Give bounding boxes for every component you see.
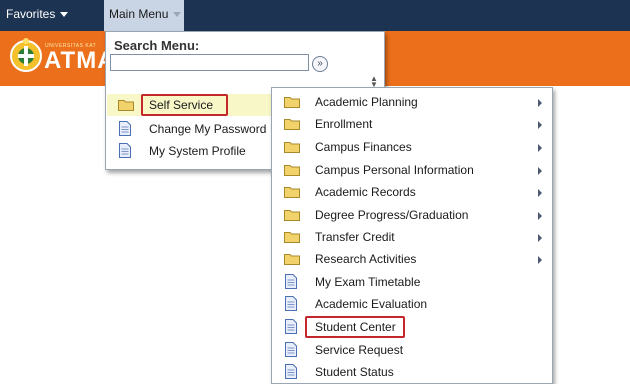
university-logo-icon [10,38,42,72]
main-menu-tab[interactable]: Main Menu [104,0,184,31]
folder-icon [284,254,300,265]
self-service-highlight [141,94,228,116]
main-menu-label: Main Menu [109,7,169,21]
document-icon [285,342,297,357]
submenu-item-research-activities[interactable]: Research Activities [273,248,551,270]
submenu-item-campus-finances[interactable]: Campus Finances [273,136,551,158]
submenu-item-academic-evaluation[interactable]: Academic Evaluation [273,293,551,315]
top-navigation-bar: Favorites Main Menu [0,0,630,31]
submenu-item-enrollment[interactable]: Enrollment [273,113,551,135]
submenu-item-label: Campus Finances [315,140,412,154]
submenu-item-exam-timetable[interactable]: My Exam Timetable [273,271,551,293]
chevron-right-icon [538,212,542,220]
document-icon [119,143,131,158]
submenu-item-academic-planning[interactable]: Academic Planning [273,91,551,113]
menu-item-label: My System Profile [149,144,246,158]
folder-icon [284,165,300,176]
search-go-button[interactable]: » [312,56,328,72]
submenu-item-label: Student Status [315,365,394,379]
student-center-highlight [305,316,405,338]
menu-item-label: Change My Password [149,122,267,136]
submenu-item-label: Academic Evaluation [315,297,428,311]
folder-icon [284,142,300,153]
folder-icon [284,187,300,198]
submenu-item-label: Research Activities [315,252,417,266]
document-icon [119,121,131,136]
document-icon [285,364,297,379]
document-icon [285,296,297,311]
submenu-item-academic-records[interactable]: Academic Records [273,181,551,203]
submenu-item-student-status[interactable]: Student Status [273,361,551,383]
chevron-right-icon [538,121,542,129]
chevron-right-icon [538,99,542,107]
submenu-item-service-request[interactable]: Service Request [273,339,551,361]
submenu-item-campus-personal-information[interactable]: Campus Personal Information [273,159,551,181]
chevron-right-icon [538,189,542,197]
document-icon [285,274,297,289]
folder-icon [284,97,300,108]
chevron-right-icon [538,256,542,264]
folder-icon [284,210,300,221]
search-menu-input[interactable] [110,54,309,71]
submenu-item-label: Enrollment [315,117,373,131]
submenu-item-label: Service Request [315,343,404,357]
document-icon [285,319,297,334]
chevron-right-icon [538,167,542,175]
submenu-item-label: Degree Progress/Graduation [315,208,469,222]
submenu-item-label: Academic Records [315,185,416,199]
favorites-label: Favorites [6,7,56,21]
search-menu-title: Search Menu: [114,38,200,53]
submenu-item-label: Transfer Credit [315,230,395,244]
chevron-right-icon [538,234,542,242]
folder-icon [284,232,300,243]
chevron-down-icon [173,12,182,18]
favorites-menu[interactable]: Favorites [0,0,94,31]
folder-icon [118,100,134,111]
submenu-item-label: My Exam Timetable [315,275,421,289]
submenu-item-degree-progress[interactable]: Degree Progress/Graduation [273,204,551,226]
submenu-item-transfer-credit[interactable]: Transfer Credit [273,226,551,248]
folder-icon [284,119,300,130]
submenu-item-label: Academic Planning [315,95,418,109]
self-service-submenu: Academic Planning Enrollment Campus Fina… [271,87,553,384]
chevron-right-icon [538,144,542,152]
chevron-down-icon [60,12,69,18]
submenu-item-label: Campus Personal Information [315,163,474,177]
